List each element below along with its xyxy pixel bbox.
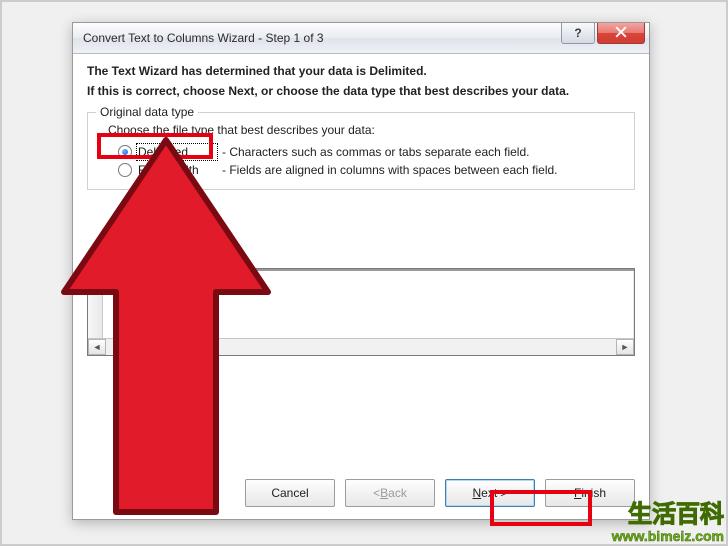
scroll-track[interactable]: [106, 339, 616, 355]
radio-label-fixed: Fixed width: [138, 163, 216, 177]
radio-label-delimited: Delimited: [138, 145, 216, 159]
radio-fixed-width[interactable]: Fixed width - Fields are aligned in colu…: [100, 163, 622, 177]
scroll-left-button[interactable]: ◄: [88, 339, 106, 355]
titlebar-buttons: ?: [561, 23, 645, 53]
dialog-body: The Text Wizard has determined that your…: [73, 54, 649, 356]
preview-label: P a:: [87, 248, 635, 262]
file-type-prompt: Choose the file type that best describes…: [100, 123, 622, 137]
titlebar: Convert Text to Columns Wizard - Step 1 …: [73, 23, 649, 54]
help-button[interactable]: ?: [561, 23, 595, 44]
wizard-dialog: Convert Text to Columns Wizard - Step 1 …: [72, 22, 650, 520]
groupbox-title: Original data type: [96, 105, 198, 119]
radio-desc-delimited: - Characters such as commas or tabs sepa…: [222, 145, 529, 159]
radio-delimited[interactable]: Delimited - Characters such as commas or…: [100, 145, 622, 159]
button-bar: Cancel < Back Next > Finish: [245, 479, 635, 507]
scroll-right-button[interactable]: ►: [616, 339, 634, 355]
watermark: 生活百科 www.bimeiz.com: [612, 502, 724, 544]
radio-desc-fixed: - Fields are aligned in columns with spa…: [222, 163, 558, 177]
close-icon: [615, 26, 627, 41]
radio-indicator-delimited: [118, 145, 132, 159]
window-title: Convert Text to Columns Wizard - Step 1 …: [83, 31, 561, 45]
message-line-2: If this is correct, choose Next, or choo…: [87, 84, 635, 98]
preview-gutter: [88, 269, 103, 339]
close-button[interactable]: [597, 23, 645, 44]
message-line-1: The Text Wizard has determined that your…: [87, 64, 635, 78]
watermark-cn: 生活百科: [612, 502, 724, 528]
original-data-type-group: Original data type Choose the file type …: [87, 112, 635, 190]
watermark-url: www.bimeiz.com: [612, 529, 724, 544]
next-button[interactable]: Next >: [445, 479, 535, 507]
back-button[interactable]: < Back: [345, 479, 435, 507]
preview-box: ◄ ►: [87, 268, 635, 356]
preview-scrollbar[interactable]: ◄ ►: [88, 338, 634, 355]
cancel-button[interactable]: Cancel: [245, 479, 335, 507]
radio-indicator-fixed: [118, 163, 132, 177]
